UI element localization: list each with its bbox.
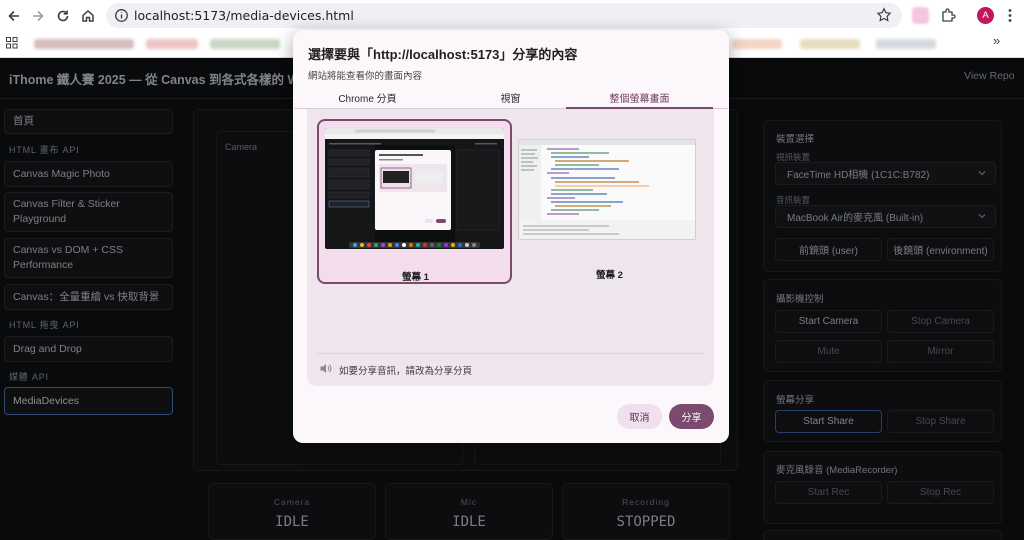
- forward-icon[interactable]: [28, 6, 48, 26]
- extension-icon[interactable]: [912, 7, 929, 24]
- bookmark-item[interactable]: [800, 39, 860, 49]
- bookmark-item[interactable]: [210, 39, 280, 49]
- home-icon[interactable]: [78, 6, 98, 26]
- more-menu-icon[interactable]: [1004, 7, 1016, 24]
- address-bar[interactable]: localhost:5173/media-devices.html: [106, 3, 902, 28]
- bookmarks-overflow-button[interactable]: »: [993, 33, 1000, 48]
- screen-2-label: 螢幕 2: [596, 270, 623, 281]
- bookmark-item[interactable]: [146, 39, 198, 49]
- cancel-button[interactable]: 取消: [617, 404, 662, 429]
- tab-window[interactable]: 視窗: [437, 90, 584, 107]
- back-icon[interactable]: [4, 6, 24, 26]
- dialog-subtitle: 網站將能查看你的畫面內容: [308, 71, 423, 82]
- picker-divider: [317, 353, 704, 354]
- speaker-icon: [320, 364, 332, 373]
- site-info-icon[interactable]: [114, 8, 129, 23]
- extensions-puzzle-icon[interactable]: [940, 7, 957, 24]
- bookmark-item[interactable]: [34, 39, 134, 49]
- screen-share-dialog: 選擇要與「http://localhost:5173」分享的內容 網站將能查看你…: [293, 30, 729, 443]
- bookmark-star-icon[interactable]: [876, 7, 892, 23]
- reload-icon[interactable]: [53, 6, 73, 26]
- bookmark-item[interactable]: [876, 39, 936, 49]
- apps-grid-icon[interactable]: [6, 37, 18, 49]
- tab-chrome-tab[interactable]: Chrome 分頁: [294, 90, 441, 107]
- dialog-title: 選擇要與「http://localhost:5173」分享的內容: [308, 47, 578, 62]
- audio-share-note: 如要分享音訊，請改為分享分頁: [339, 366, 473, 377]
- bookmark-item[interactable]: [732, 39, 782, 49]
- profile-avatar[interactable]: A: [977, 7, 994, 24]
- tab-entire-screen[interactable]: 整個螢幕畫面: [566, 90, 713, 107]
- browser-toolbar: localhost:5173/media-devices.html A: [0, 0, 1024, 31]
- screen-1-thumbnail: [325, 128, 504, 249]
- url-text[interactable]: localhost:5173/media-devices.html: [134, 8, 354, 23]
- screen-2-thumbnail: [518, 139, 696, 240]
- share-button[interactable]: 分享: [669, 404, 714, 429]
- screen-picker: 螢幕 1 螢幕 2 如要分享音訊，請改為分享分頁: [307, 109, 714, 386]
- screen-1-label: 螢幕 1: [402, 272, 429, 283]
- screen-option-1[interactable]: 螢幕 1: [317, 119, 512, 284]
